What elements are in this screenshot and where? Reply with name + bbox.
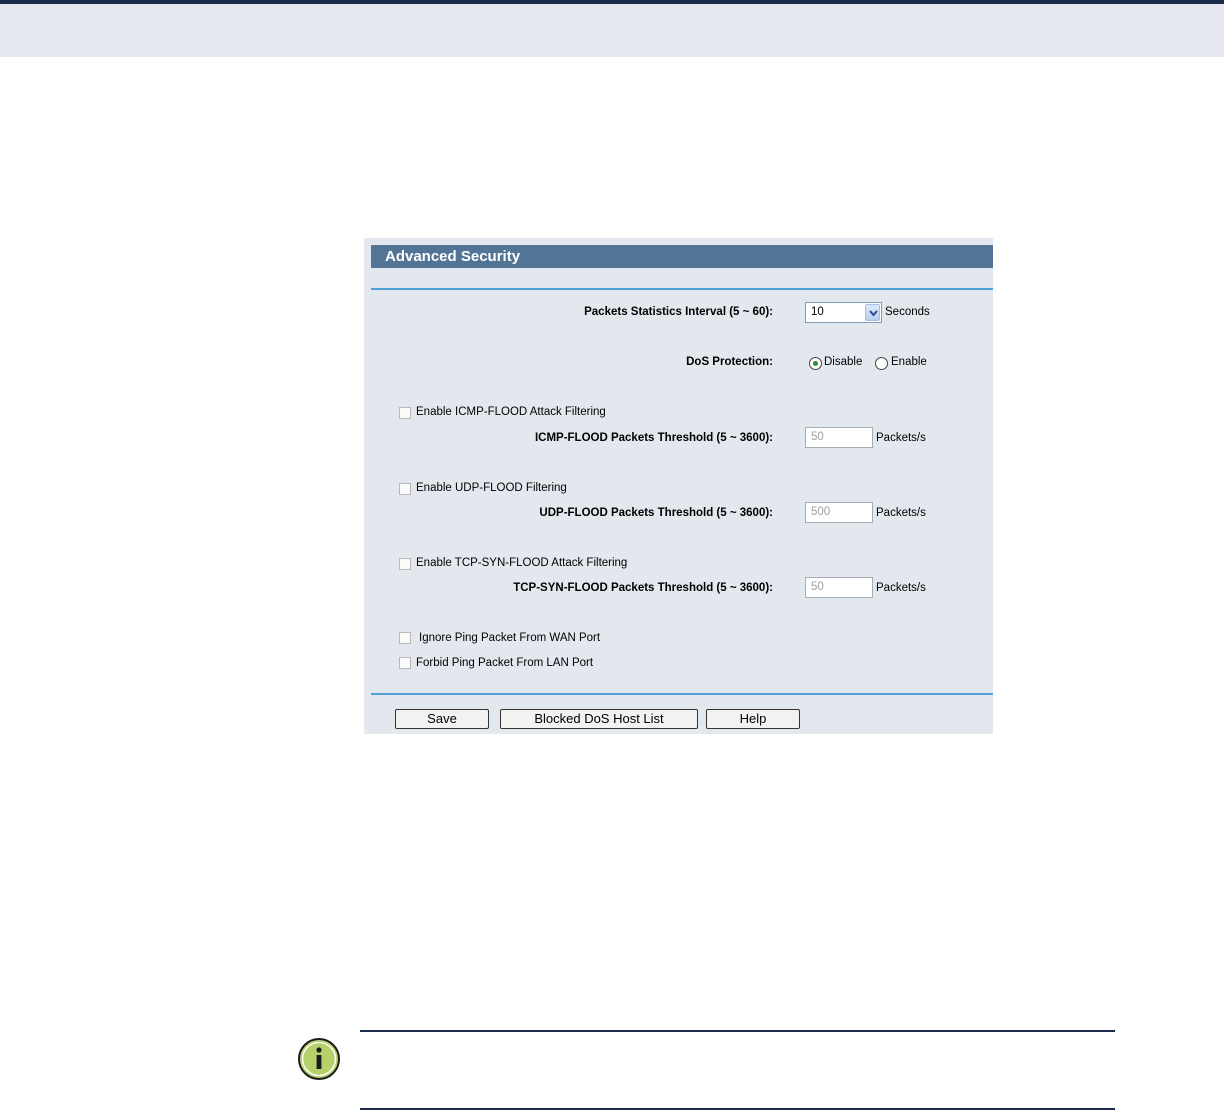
udp-flood-checkbox[interactable] (399, 483, 411, 495)
blocked-dos-host-list-button[interactable]: Blocked DoS Host List (500, 709, 698, 729)
udp-flood-checkbox-label: Enable UDP-FLOOD Filtering (416, 482, 567, 494)
ignore-ping-wan-checkbox[interactable] (399, 632, 411, 644)
top-divider (371, 288, 993, 290)
packets-interval-label: Packets Statistics Interval (5 ~ 60): (584, 306, 773, 318)
udp-threshold-label: UDP-FLOOD Packets Threshold (5 ~ 3600): (539, 507, 773, 519)
icmp-flood-checkbox[interactable] (399, 407, 411, 419)
tcp-syn-threshold-unit: Packets/s (876, 582, 926, 594)
save-button[interactable]: Save (395, 709, 489, 729)
dos-disable-label: Disable (824, 356, 863, 368)
forbid-ping-lan-checkbox[interactable] (399, 657, 411, 669)
packets-interval-unit: Seconds (885, 306, 930, 318)
dos-protection-label: DoS Protection: (686, 356, 773, 368)
dos-enable-label: Enable (891, 356, 927, 368)
dos-enable-radio[interactable] (875, 357, 888, 370)
help-button[interactable]: Help (706, 709, 800, 729)
info-icon (297, 1037, 341, 1081)
udp-threshold-unit: Packets/s (876, 507, 926, 519)
icmp-threshold-label: ICMP-FLOOD Packets Threshold (5 ~ 3600): (534, 432, 773, 444)
packets-interval-value: 10 (811, 306, 824, 318)
radio-selected-dot (813, 361, 818, 366)
forbid-ping-lan-label: Forbid Ping Packet From LAN Port (416, 657, 594, 669)
note-top-rule (360, 1030, 1115, 1032)
note-bottom-rule (360, 1108, 1115, 1110)
icmp-flood-checkbox-label: Enable ICMP-FLOOD Attack Filtering (416, 406, 606, 418)
tcp-syn-threshold-label: TCP-SYN-FLOOD Packets Threshold (5 ~ 360… (513, 582, 773, 594)
bottom-divider (371, 693, 993, 695)
udp-threshold-input[interactable]: 500 (805, 502, 873, 523)
ignore-ping-wan-label: Ignore Ping Packet From WAN Port (419, 632, 601, 644)
panel-title: Advanced Security (371, 245, 993, 268)
packets-interval-select[interactable]: 10 (805, 302, 882, 323)
advanced-security-panel: Advanced Security Packets Statistics Int… (364, 238, 993, 734)
tcp-syn-threshold-input[interactable]: 50 (805, 577, 873, 598)
tcp-syn-flood-checkbox[interactable] (399, 558, 411, 570)
dos-disable-radio[interactable] (809, 357, 822, 370)
icmp-threshold-input[interactable]: 50 (805, 427, 873, 448)
icmp-threshold-unit: Packets/s (876, 432, 926, 444)
page-header-bar (0, 0, 1224, 57)
tcp-syn-flood-checkbox-label: Enable TCP-SYN-FLOOD Attack Filtering (416, 557, 628, 569)
chevron-down-icon[interactable] (865, 304, 880, 321)
